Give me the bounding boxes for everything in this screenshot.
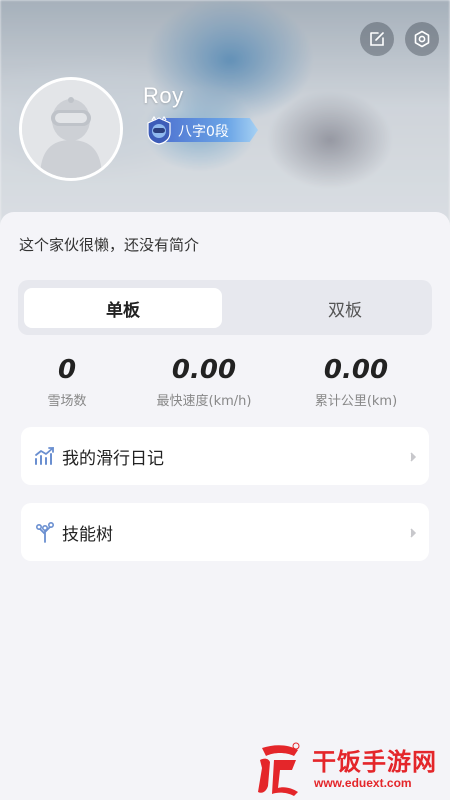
tab-snowboard[interactable]: 单板	[24, 288, 222, 328]
stat-total-distance-label: 累计公里(km)	[314, 394, 398, 409]
stat-top-speed-value: 0.00	[171, 355, 237, 385]
stat-top-speed: 0.00 最快速度(km/h)	[129, 352, 279, 409]
tab-ski[interactable]: 双板	[246, 288, 444, 328]
menu-item-ski-diary-label: 我的滑行日记	[62, 448, 164, 469]
default-avatar-icon	[22, 80, 120, 178]
stat-resorts-label: 雪场数	[47, 394, 87, 409]
board-type-tabs: 单板 双板	[18, 280, 432, 335]
settings-icon	[414, 30, 430, 48]
bio-text[interactable]: 这个家伙很懒，还没有简介	[19, 234, 199, 255]
stat-top-speed-label: 最快速度(km/h)	[156, 394, 252, 409]
skill-tree-icon	[35, 521, 55, 543]
site-watermark: 干饭手游网 www.eduext.com	[250, 738, 450, 800]
watermark-logo-icon	[258, 742, 300, 796]
avatar[interactable]	[19, 77, 123, 181]
menu-item-ski-diary[interactable]: 我的滑行日记	[21, 427, 429, 485]
chevron-right-icon	[410, 452, 417, 462]
menu-item-skill-tree-label: 技能树	[62, 524, 113, 545]
stat-total-distance-value: 0.00	[323, 355, 389, 385]
watermark-url: www.eduext.com	[314, 776, 412, 790]
edit-button[interactable]	[360, 22, 394, 56]
level-badge[interactable]: 八字0段	[144, 116, 260, 145]
stat-resorts: 0 雪场数	[0, 352, 142, 409]
settings-button[interactable]	[405, 22, 439, 56]
ski-helmet-badge-icon	[147, 116, 171, 145]
edit-icon	[370, 32, 384, 46]
stat-resorts-value: 0	[57, 355, 77, 385]
menu-item-skill-tree[interactable]: 技能树	[21, 503, 429, 561]
trend-chart-icon	[35, 447, 54, 465]
watermark-title: 干饭手游网	[312, 748, 437, 776]
chevron-right-icon	[410, 528, 417, 538]
stat-total-distance: 0.00 累计公里(km)	[281, 352, 431, 409]
badge-label: 八字0段	[178, 124, 229, 140]
username: Roy	[143, 83, 184, 108]
